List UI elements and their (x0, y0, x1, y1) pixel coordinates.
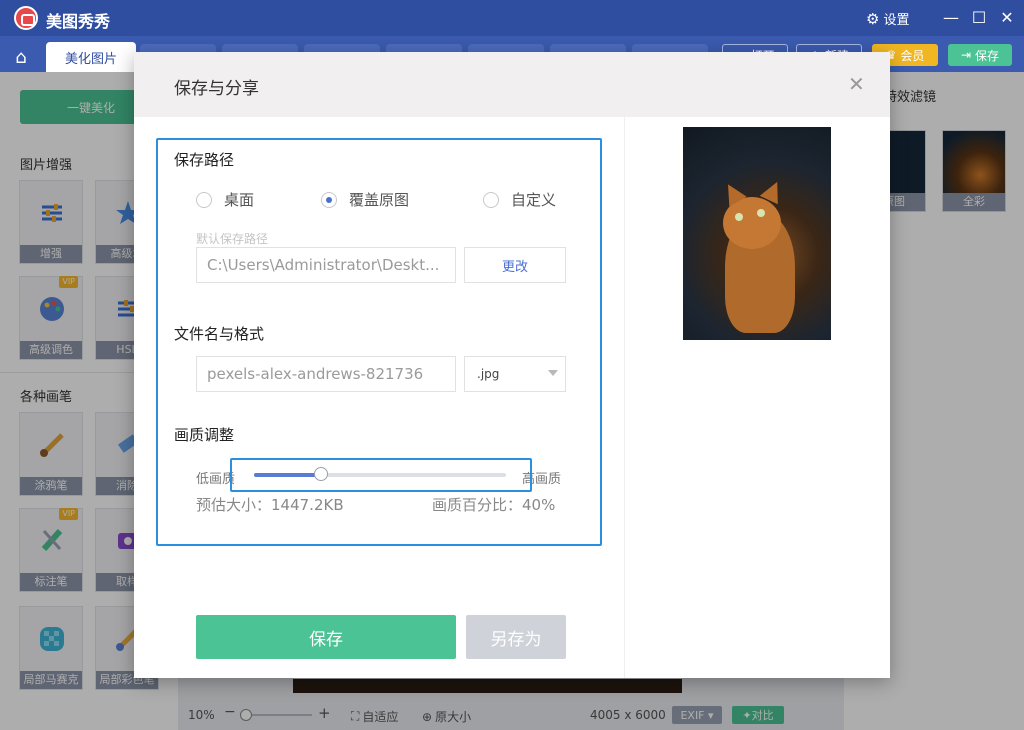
radio-overwrite-original[interactable]: 覆盖原图 (321, 189, 409, 210)
app-title: 美图秀秀 (46, 12, 111, 31)
save-icon: ⇥ (960, 48, 972, 62)
close-window-button[interactable]: ✕ (996, 6, 1018, 28)
settings-button[interactable]: ⚙ 设置 (866, 9, 910, 29)
estimated-size: 预估大小：1447.2KB (196, 496, 344, 514)
change-path-button[interactable]: 更改 (464, 247, 566, 283)
save-button[interactable]: 保存 (196, 615, 456, 659)
gear-icon: ⚙ (866, 9, 880, 28)
minimize-button[interactable]: — (940, 6, 962, 28)
home-icon[interactable]: ⌂ (8, 44, 34, 70)
radio-overwrite-circle[interactable] (321, 191, 337, 208)
settings-label: 设置 (883, 13, 910, 28)
app-logo-icon (14, 6, 38, 30)
save-path-label: 保存路径 (174, 151, 235, 169)
tab-beautify[interactable]: 美化图片 (46, 42, 136, 72)
dialog-close-icon[interactable]: ✕ (848, 72, 865, 96)
dialog-divider (624, 117, 625, 678)
filename-format-label: 文件名与格式 (174, 325, 265, 343)
radio-label: 桌面 (224, 191, 255, 209)
slider-highlight-box (230, 458, 532, 492)
cat-eye-shape (757, 209, 765, 217)
radio-label: 自定义 (511, 191, 557, 209)
save-as-button[interactable]: 另存为 (466, 615, 566, 659)
radio-custom[interactable]: 自定义 (483, 189, 556, 210)
maximize-button[interactable]: ☐ (968, 6, 990, 28)
save-share-dialog: 保存与分享 ✕ 保存路径 桌面 覆盖原图 自定义 默认保存路径 C:\Users… (134, 52, 890, 678)
filename-field[interactable]: pexels-alex-andrews-821736 (196, 356, 456, 392)
image-preview (683, 127, 831, 340)
radio-desktop[interactable]: 桌面 (196, 189, 254, 210)
radio-label: 覆盖原图 (349, 191, 410, 209)
radio-desktop-circle[interactable] (196, 191, 212, 208)
cat-eye-shape (735, 213, 743, 221)
quality-percent: 画质百分比：40% (432, 496, 556, 514)
chevron-down-icon[interactable] (548, 370, 558, 376)
quality-label: 画质调整 (174, 426, 235, 444)
save-path-field[interactable]: C:\Users\Administrator\Deskt... (196, 247, 456, 283)
default-path-hint: 默认保存路径 (196, 232, 269, 246)
save-top-button[interactable]: ⇥ 保存 (948, 44, 1012, 66)
dialog-title: 保存与分享 (174, 79, 259, 99)
radio-custom-circle[interactable] (483, 191, 499, 208)
